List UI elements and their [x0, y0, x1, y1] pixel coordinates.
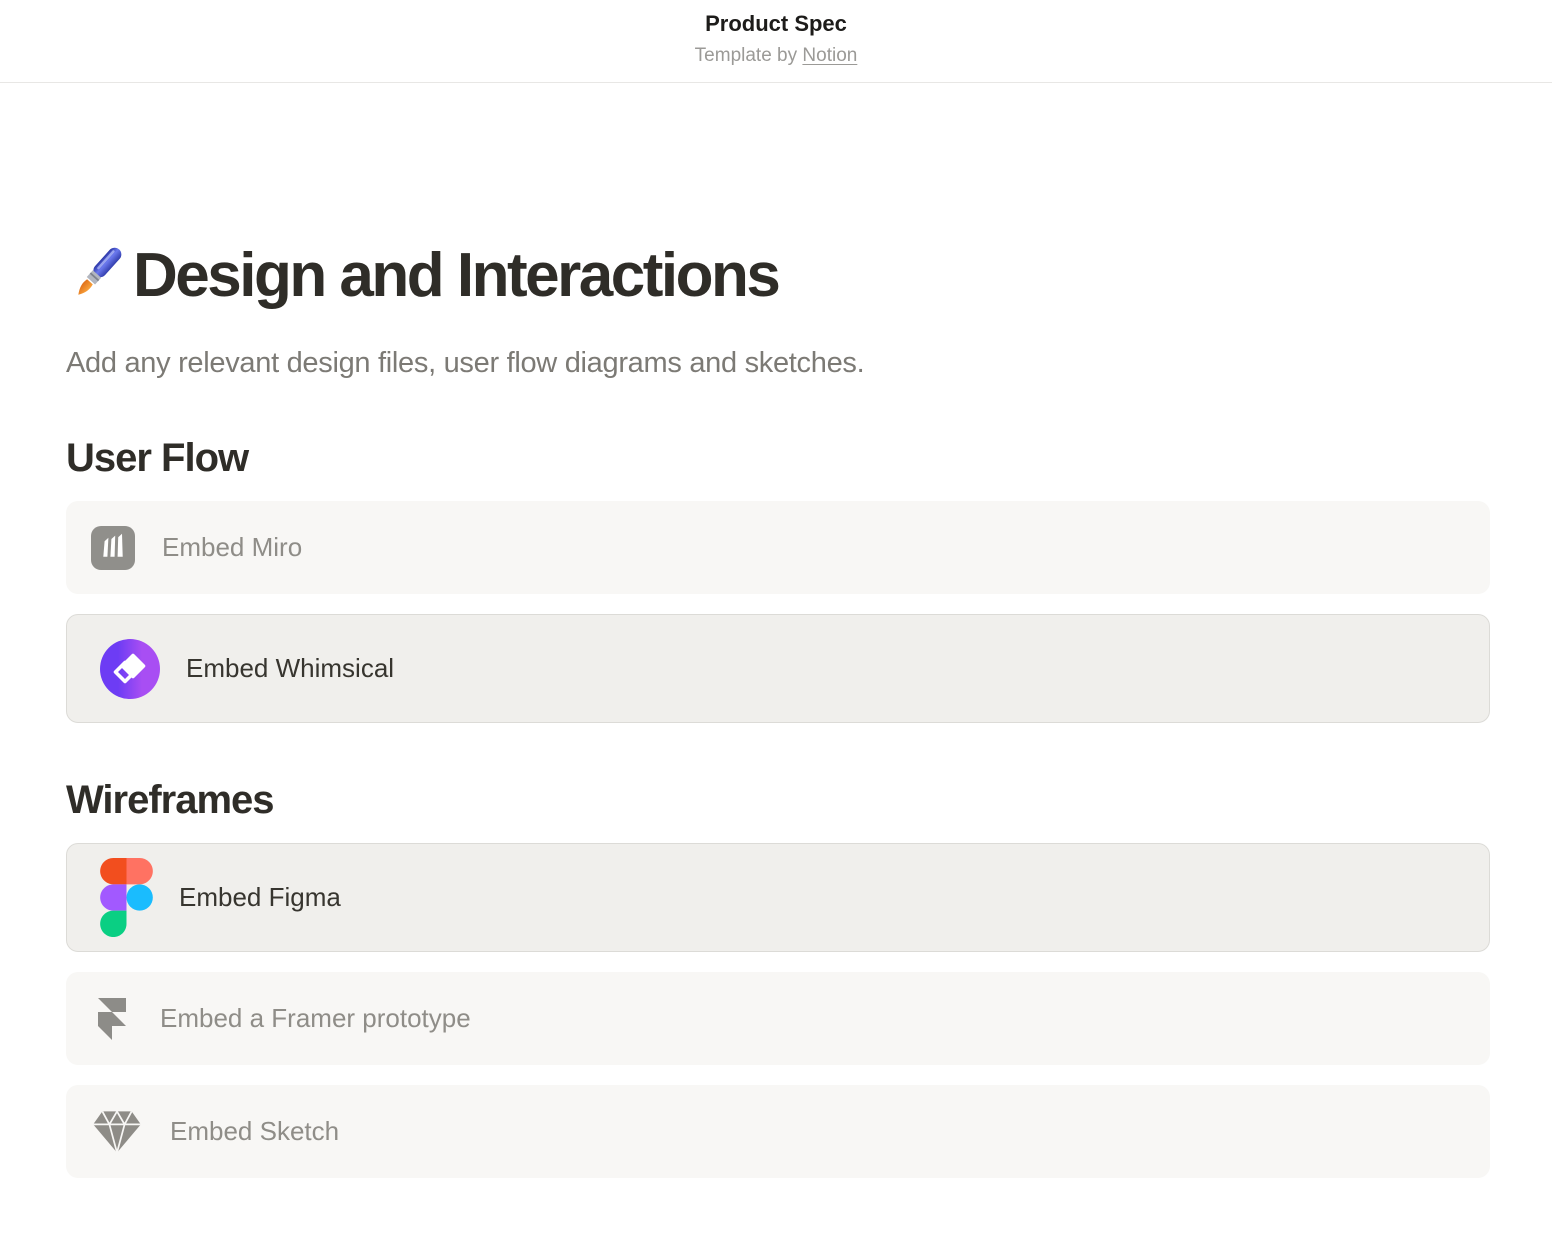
- page-title: Product Spec: [0, 10, 1552, 39]
- doc-title-text: Design and Interactions: [133, 243, 778, 308]
- paintbrush-icon: [66, 243, 128, 305]
- embed-whimsical-block[interactable]: Embed Whimsical: [66, 614, 1490, 723]
- notion-link[interactable]: Notion: [802, 45, 857, 66]
- document-body: Design and Interactions Add any relevant…: [66, 243, 1490, 1178]
- whimsical-icon: [100, 639, 160, 699]
- sketch-icon: [91, 1108, 143, 1156]
- section-heading-user-flow: User Flow: [66, 435, 1490, 481]
- section-heading-wireframes: Wireframes: [66, 777, 1490, 823]
- embed-miro-block[interactable]: Embed Miro: [66, 501, 1490, 594]
- page-byline: Template by Notion: [0, 43, 1552, 69]
- doc-description: Add any relevant design files, user flow…: [66, 346, 1490, 381]
- embed-sketch-block[interactable]: Embed Sketch: [66, 1085, 1490, 1178]
- embed-label: Embed Figma: [179, 882, 341, 913]
- byline-prefix: Template by: [695, 45, 803, 66]
- framer-icon: [91, 996, 133, 1042]
- miro-icon: [91, 526, 135, 570]
- figma-icon: [100, 858, 153, 937]
- embed-label: Embed Miro: [162, 532, 302, 563]
- doc-title: Design and Interactions: [66, 243, 1490, 308]
- embed-label: Embed Sketch: [170, 1116, 339, 1147]
- embed-figma-block[interactable]: Embed Figma: [66, 843, 1490, 952]
- page-header: Product Spec Template by Notion: [0, 0, 1552, 83]
- embed-label: Embed Whimsical: [186, 653, 394, 684]
- embed-label: Embed a Framer prototype: [160, 1003, 471, 1034]
- embed-framer-block[interactable]: Embed a Framer prototype: [66, 972, 1490, 1065]
